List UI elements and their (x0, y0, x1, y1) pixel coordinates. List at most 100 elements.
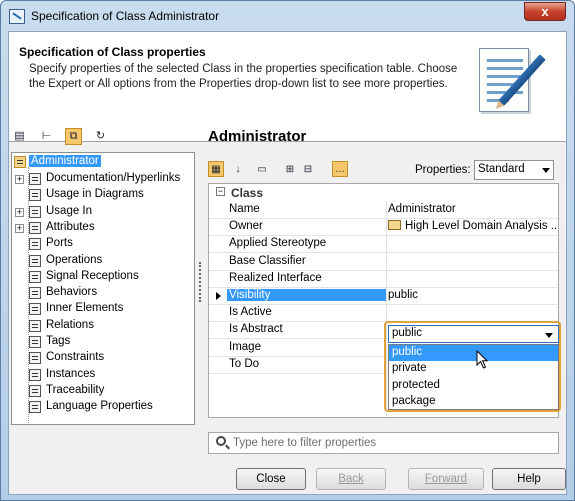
back-button[interactable]: Back (316, 468, 386, 490)
properties-label: Properties: (415, 164, 471, 176)
specification-illustration-icon (479, 48, 546, 132)
visibility-select[interactable]: public (388, 325, 559, 343)
property-name: Owner (229, 220, 263, 233)
property-group-icon (29, 254, 41, 267)
filter-properties[interactable]: Type here to filter properties (208, 432, 559, 454)
collapse-all-icon[interactable]: ⊟ (300, 161, 316, 177)
close-button[interactable]: Close (236, 468, 306, 490)
property-group-icon (29, 401, 41, 414)
hierarchy-view-icon[interactable]: ⧉ (65, 128, 82, 145)
property-group-icon (29, 205, 41, 218)
refresh-icon[interactable]: ↻ (92, 128, 109, 145)
class-icon (14, 156, 26, 168)
property-value[interactable]: public (388, 289, 418, 301)
categorized-view-icon[interactable]: ▦ (208, 161, 224, 177)
property-group-icon (29, 173, 41, 185)
property-name: Base Classifier (229, 254, 306, 267)
property-name: Is Active (229, 306, 272, 319)
properties-mode-select[interactable]: Standard (474, 160, 554, 180)
property-group-icon (29, 221, 41, 234)
property-value-text: Administrator (388, 203, 456, 215)
property-row[interactable]: Owner High Level Domain Analysis ... (209, 218, 559, 237)
property-name: Realized Interface (229, 271, 322, 284)
property-group-icon (29, 189, 41, 202)
property-row[interactable]: Visibility public (209, 287, 558, 305)
tree-view-icon[interactable]: ⊢ (38, 128, 55, 145)
property-value-text: public (388, 289, 419, 301)
property-group-icon (29, 384, 41, 397)
tree-item-label: Documentation/Hyperlinks (46, 172, 181, 184)
tree-item-label: Operations (46, 253, 103, 266)
description-icon[interactable]: ▭ (254, 161, 270, 177)
property-group-icon (29, 352, 41, 365)
current-row-marker-icon (216, 292, 221, 300)
property-name: Is Abstract (229, 323, 283, 336)
property-name: Name (229, 203, 260, 215)
properties-toolbar: ▦ ↓ ▭ ⊞ ⊟ … Properties: Standard (208, 158, 557, 182)
property-group-icon (29, 319, 41, 332)
show-abbreviations-icon[interactable]: … (332, 161, 348, 177)
property-value[interactable]: Administrator (388, 203, 456, 215)
filter-input[interactable]: Type here to filter properties (233, 437, 376, 449)
property-name: Image (229, 340, 261, 353)
expand-icon[interactable]: + (15, 223, 24, 233)
tree-item-label: Instances (46, 367, 96, 380)
title-bar[interactable]: Specification of Class Administrator x (1, 1, 574, 31)
properties-mode-value: Standard (478, 163, 525, 175)
property-row[interactable]: Applied Stereotype (209, 235, 558, 254)
tree-item-label: Behaviors (46, 286, 98, 299)
expand-icon[interactable]: + (15, 207, 24, 217)
visibility-options-list: public private protected package (388, 344, 559, 410)
visibility-option[interactable]: public (389, 345, 558, 361)
header-description: Specify properties of the selected Class… (29, 63, 458, 90)
tree-item-label: Constraints (46, 351, 105, 364)
visibility-option[interactable]: protected (389, 378, 558, 394)
property-name: To Do (229, 357, 260, 370)
forward-button[interactable]: Forward (408, 468, 484, 490)
visibility-selected-value: public (392, 327, 423, 339)
panel-splitter[interactable] (199, 262, 202, 302)
chevron-down-icon (545, 333, 553, 338)
property-row[interactable]: Name Administrator (209, 201, 558, 219)
property-name: Visibility (227, 289, 386, 301)
tree-item-label: Attributes (46, 220, 95, 233)
tree-item-label: Traceability (46, 383, 105, 396)
header-title: Specification of Class properties (19, 45, 206, 59)
property-value-text: High Level Domain Analysis ... (405, 220, 559, 233)
package-icon (388, 220, 401, 231)
tree-item-label: Language Properties (46, 400, 153, 413)
property-group-icon (29, 368, 41, 381)
property-row[interactable]: Base Classifier (209, 253, 558, 271)
visibility-option[interactable]: package (389, 394, 558, 410)
property-value[interactable]: High Level Domain Analysis ... (388, 220, 559, 233)
specification-tree[interactable]: Administrator + Documentation/Hyperlinks U… (11, 152, 195, 425)
tree-item-label: Inner Elements (46, 302, 124, 315)
property-group-icon (29, 270, 41, 283)
visibility-dropdown[interactable]: public public private protected package (384, 321, 561, 412)
sort-alphabetical-icon[interactable]: ↓ (230, 161, 246, 177)
mouse-cursor-icon (476, 350, 489, 369)
property-group-icon (29, 287, 41, 300)
help-button[interactable]: Help (492, 468, 566, 490)
app-icon (9, 9, 25, 24)
dialog-header: Specification of Class properties Specif… (9, 32, 566, 142)
tree-item-label: Ports (46, 237, 73, 250)
section-class[interactable]: − Class (209, 184, 558, 201)
element-title: Administrator (208, 128, 307, 145)
tree-item-label: Usage in Diagrams (46, 188, 144, 201)
collapse-icon[interactable]: − (216, 187, 225, 196)
expand-all-icon[interactable]: ⊞ (282, 161, 298, 177)
chevron-down-icon (542, 168, 550, 173)
property-name: Applied Stereotype (229, 237, 327, 250)
property-group-icon (29, 336, 41, 348)
property-row[interactable]: Is Active (209, 304, 558, 323)
property-row[interactable]: Realized Interface (209, 270, 558, 288)
tree-item-label: Tags (46, 335, 71, 347)
tree-item-label: Signal Receptions (46, 269, 139, 282)
visibility-option[interactable]: private (389, 361, 558, 377)
tree-toolbar: ▤ ⊢ ⧉ ↻ (11, 128, 119, 146)
expand-icon[interactable]: + (15, 175, 24, 184)
list-view-icon[interactable]: ▤ (11, 128, 28, 145)
search-icon (216, 436, 226, 446)
window-close-button[interactable]: x (524, 2, 566, 21)
